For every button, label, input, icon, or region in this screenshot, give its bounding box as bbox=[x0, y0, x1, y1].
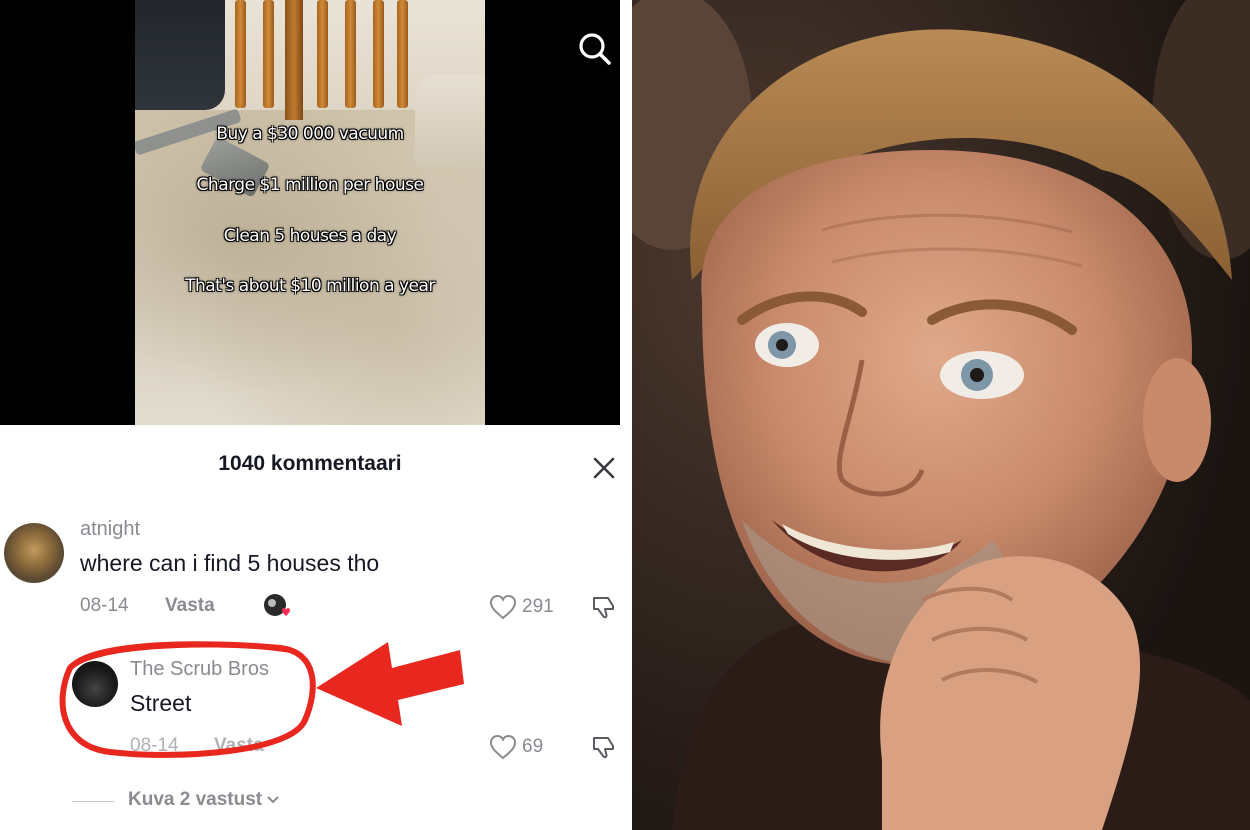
reply-button[interactable]: Vasta bbox=[165, 595, 215, 617]
reaction-photo-illustration bbox=[632, 0, 1250, 830]
comment-username[interactable]: atnight bbox=[80, 518, 140, 541]
search-button[interactable] bbox=[572, 26, 616, 70]
comment-date: 08-14 bbox=[130, 735, 179, 756]
search-icon bbox=[579, 33, 611, 65]
video-caption-2: Charge $1 million per house bbox=[196, 175, 424, 195]
avatar[interactable] bbox=[4, 523, 64, 583]
comment-text: Street bbox=[130, 690, 192, 716]
reaction-photo bbox=[632, 0, 1250, 830]
video-caption-1: Buy a $30 000 vacuum bbox=[216, 124, 404, 144]
video-baluster bbox=[317, 0, 328, 108]
view-replies-label: Kuva 2 vastust bbox=[128, 789, 263, 810]
video-frame: Buy a $30 000 vacuum Charge $1 million p… bbox=[135, 0, 485, 425]
video-baluster bbox=[235, 0, 246, 108]
reply-button[interactable]: Vasta bbox=[214, 735, 264, 757]
chevron-down-icon bbox=[267, 796, 279, 804]
video-caption-3: Clean 5 houses a day bbox=[223, 226, 397, 246]
like-button[interactable]: 291 bbox=[488, 593, 554, 621]
dislike-button[interactable] bbox=[590, 733, 618, 761]
heart-icon bbox=[489, 594, 517, 620]
video-player[interactable]: Buy a $30 000 vacuum Charge $1 million p… bbox=[0, 0, 620, 425]
dislike-button[interactable] bbox=[590, 593, 618, 621]
video-person bbox=[135, 0, 225, 110]
comment-text: where can i find 5 houses tho bbox=[80, 550, 380, 576]
video-caption-4: That's about $10 million a year bbox=[185, 276, 435, 296]
video-stair-post bbox=[285, 0, 303, 120]
video-baluster bbox=[345, 0, 356, 108]
comments-count-title: 1040 kommentaari bbox=[218, 452, 402, 475]
video-baluster bbox=[397, 0, 408, 108]
video-baluster bbox=[373, 0, 384, 108]
close-button[interactable] bbox=[588, 452, 620, 484]
video-sofa bbox=[415, 75, 485, 165]
creator-liked-icon bbox=[264, 594, 290, 617]
dislike-icon bbox=[593, 737, 614, 759]
heart-icon bbox=[489, 734, 517, 760]
avatar[interactable] bbox=[72, 661, 118, 707]
close-icon bbox=[593, 457, 615, 479]
video-baluster bbox=[263, 0, 274, 108]
like-count: 291 bbox=[522, 596, 554, 617]
like-count: 69 bbox=[522, 736, 544, 757]
panel-gap bbox=[620, 0, 632, 830]
tiktok-screenshot: Buy a $30 000 vacuum Charge $1 million p… bbox=[0, 0, 620, 830]
like-button[interactable]: 69 bbox=[488, 733, 543, 761]
view-replies-button[interactable]: Kuva 2 vastust bbox=[128, 789, 280, 811]
comments-sheet: 1040 kommentaari atnight where can i fin… bbox=[0, 425, 620, 830]
replies-divider bbox=[72, 801, 114, 802]
comment-username[interactable]: The Scrub Bros bbox=[130, 658, 269, 681]
comment-date: 08-14 bbox=[80, 595, 129, 616]
dislike-icon bbox=[593, 597, 614, 619]
